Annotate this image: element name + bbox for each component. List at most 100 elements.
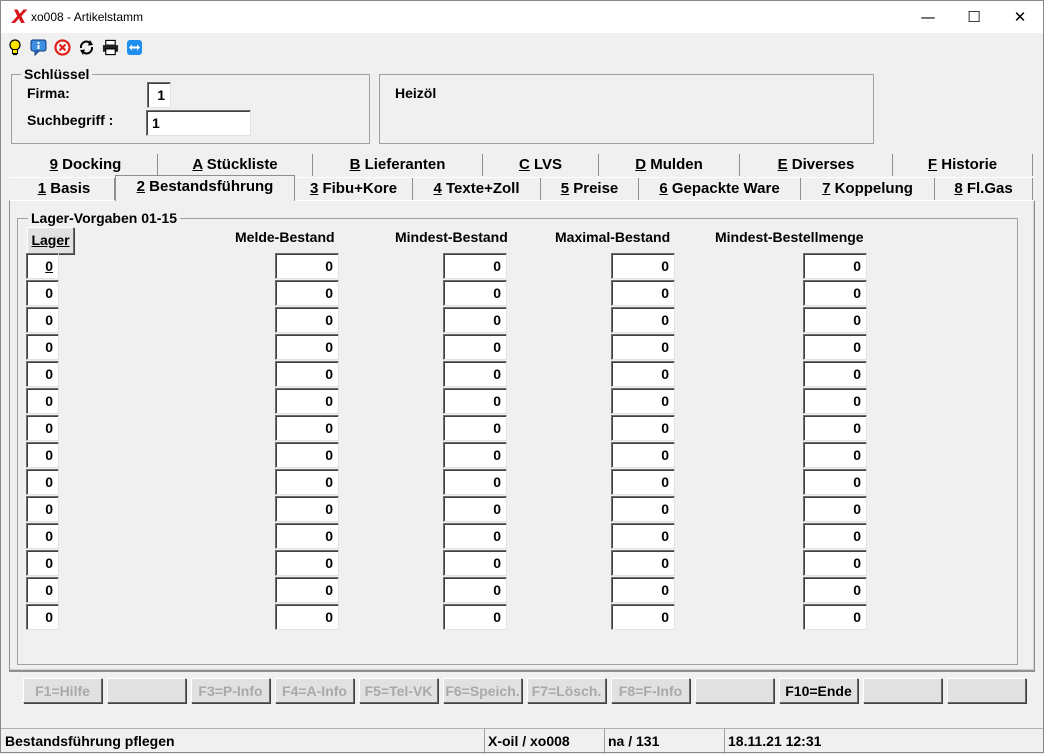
f5-tel-vk-button[interactable]: F5=Tel-VK bbox=[359, 678, 438, 703]
mindest-bestellmenge-field[interactable]: 0 bbox=[803, 334, 867, 360]
maximal-bestand-field[interactable]: 0 bbox=[611, 307, 675, 333]
tab-docking[interactable]: 9 Docking bbox=[14, 154, 158, 176]
lager-field[interactable]: 0 bbox=[26, 388, 59, 414]
maximal-bestand-field[interactable]: 0 bbox=[611, 361, 675, 387]
lager-field[interactable]: 0 bbox=[26, 253, 59, 279]
lager-field[interactable]: 0 bbox=[26, 415, 59, 441]
mindest-bestand-field[interactable]: 0 bbox=[443, 577, 507, 603]
f8-f-info-button[interactable]: F8=F-Info bbox=[611, 678, 690, 703]
firma-field[interactable]: 1 bbox=[147, 82, 171, 108]
melde-bestand-field[interactable]: 0 bbox=[275, 577, 339, 603]
mindest-bestellmenge-field[interactable]: 0 bbox=[803, 550, 867, 576]
melde-bestand-field[interactable]: 0 bbox=[275, 388, 339, 414]
mindest-bestand-field[interactable]: 0 bbox=[443, 253, 507, 279]
mindest-bestellmenge-field[interactable]: 0 bbox=[803, 415, 867, 441]
lager-field[interactable]: 0 bbox=[26, 280, 59, 306]
printer-icon[interactable] bbox=[102, 39, 119, 56]
lightbulb-icon[interactable] bbox=[6, 39, 23, 56]
mindest-bestand-field[interactable]: 0 bbox=[443, 604, 507, 630]
tab-mulden[interactable]: D Mulden bbox=[599, 154, 740, 176]
mindest-bestand-field[interactable]: 0 bbox=[443, 388, 507, 414]
lager-button[interactable]: Lager bbox=[27, 227, 74, 254]
mindest-bestellmenge-field[interactable]: 0 bbox=[803, 496, 867, 522]
lager-field[interactable]: 0 bbox=[26, 604, 59, 630]
cancel-icon[interactable] bbox=[54, 39, 71, 56]
mindest-bestellmenge-field[interactable]: 0 bbox=[803, 577, 867, 603]
f6-save-button[interactable]: F6=Speich. bbox=[443, 678, 522, 703]
tab-preise[interactable]: 5 Preise bbox=[541, 178, 639, 200]
mindest-bestand-field[interactable]: 0 bbox=[443, 496, 507, 522]
melde-bestand-field[interactable]: 0 bbox=[275, 253, 339, 279]
suchbegriff-field[interactable]: 1 bbox=[146, 110, 251, 136]
f4-a-info-button[interactable]: F4=A-Info bbox=[275, 678, 354, 703]
lager-field[interactable]: 0 bbox=[26, 361, 59, 387]
tab-fibu-kore[interactable]: 3 Fibu+Kore bbox=[295, 178, 413, 200]
maximal-bestand-field[interactable]: 0 bbox=[611, 415, 675, 441]
mindest-bestand-field[interactable]: 0 bbox=[443, 307, 507, 333]
tab-texte-zoll[interactable]: 4 Texte+Zoll bbox=[413, 178, 541, 200]
f3-p-info-button[interactable]: F3=P-Info bbox=[191, 678, 270, 703]
lager-field[interactable]: 0 bbox=[26, 496, 59, 522]
melde-bestand-field[interactable]: 0 bbox=[275, 523, 339, 549]
maximize-button[interactable]: ☐ bbox=[951, 1, 997, 33]
f1-help-button[interactable]: F1=Hilfe bbox=[23, 678, 102, 703]
lager-field[interactable]: 0 bbox=[26, 523, 59, 549]
minimize-button[interactable]: — bbox=[905, 1, 951, 33]
maximal-bestand-field[interactable]: 0 bbox=[611, 469, 675, 495]
mindest-bestand-field[interactable]: 0 bbox=[443, 334, 507, 360]
lager-field[interactable]: 0 bbox=[26, 577, 59, 603]
tab-historie[interactable]: F Historie bbox=[893, 154, 1033, 176]
lager-field[interactable]: 0 bbox=[26, 442, 59, 468]
mindest-bestellmenge-field[interactable]: 0 bbox=[803, 361, 867, 387]
tab-lvs[interactable]: C LVS bbox=[483, 154, 599, 176]
tab-diverses[interactable]: E Diverses bbox=[740, 154, 893, 176]
melde-bestand-field[interactable]: 0 bbox=[275, 442, 339, 468]
maximal-bestand-field[interactable]: 0 bbox=[611, 604, 675, 630]
close-button[interactable]: ✕ bbox=[997, 1, 1043, 33]
tab-gepackte-ware[interactable]: 6 Gepackte Ware bbox=[639, 178, 801, 200]
mindest-bestellmenge-field[interactable]: 0 bbox=[803, 523, 867, 549]
lager-field[interactable]: 0 bbox=[26, 550, 59, 576]
melde-bestand-field[interactable]: 0 bbox=[275, 280, 339, 306]
melde-bestand-field[interactable]: 0 bbox=[275, 496, 339, 522]
mindest-bestand-field[interactable]: 0 bbox=[443, 442, 507, 468]
lager-field[interactable]: 0 bbox=[26, 469, 59, 495]
mindest-bestand-field[interactable]: 0 bbox=[443, 523, 507, 549]
empty-fkey-button[interactable] bbox=[107, 678, 186, 703]
maximal-bestand-field[interactable]: 0 bbox=[611, 523, 675, 549]
title-bar[interactable]: X xo008 - Artikelstamm — ☐ ✕ bbox=[1, 1, 1043, 33]
mindest-bestellmenge-field[interactable]: 0 bbox=[803, 469, 867, 495]
maximal-bestand-field[interactable]: 0 bbox=[611, 280, 675, 306]
tab-lieferanten[interactable]: B Lieferanten bbox=[313, 154, 483, 176]
remote-support-icon[interactable] bbox=[126, 39, 143, 56]
maximal-bestand-field[interactable]: 0 bbox=[611, 334, 675, 360]
empty-fkey-button[interactable] bbox=[695, 678, 774, 703]
melde-bestand-field[interactable]: 0 bbox=[275, 361, 339, 387]
mindest-bestand-field[interactable]: 0 bbox=[443, 469, 507, 495]
maximal-bestand-field[interactable]: 0 bbox=[611, 577, 675, 603]
tab-koppelung[interactable]: 7 Koppelung bbox=[801, 178, 935, 200]
melde-bestand-field[interactable]: 0 bbox=[275, 334, 339, 360]
mindest-bestand-field[interactable]: 0 bbox=[443, 361, 507, 387]
f7-delete-button[interactable]: F7=Lösch. bbox=[527, 678, 606, 703]
f10-exit-button[interactable]: F10=Ende bbox=[779, 678, 858, 703]
tab-fl-gas[interactable]: 8 Fl.Gas bbox=[935, 178, 1033, 200]
mindest-bestellmenge-field[interactable]: 0 bbox=[803, 604, 867, 630]
mindest-bestellmenge-field[interactable]: 0 bbox=[803, 280, 867, 306]
melde-bestand-field[interactable]: 0 bbox=[275, 550, 339, 576]
melde-bestand-field[interactable]: 0 bbox=[275, 307, 339, 333]
mindest-bestellmenge-field[interactable]: 0 bbox=[803, 388, 867, 414]
melde-bestand-field[interactable]: 0 bbox=[275, 415, 339, 441]
tab-bestandsfuehrung[interactable]: 2 Bestandsführung bbox=[115, 175, 295, 201]
maximal-bestand-field[interactable]: 0 bbox=[611, 253, 675, 279]
lager-field[interactable]: 0 bbox=[26, 307, 59, 333]
maximal-bestand-field[interactable]: 0 bbox=[611, 442, 675, 468]
lager-field[interactable]: 0 bbox=[26, 334, 59, 360]
maximal-bestand-field[interactable]: 0 bbox=[611, 550, 675, 576]
mindest-bestellmenge-field[interactable]: 0 bbox=[803, 253, 867, 279]
empty-fkey-button[interactable] bbox=[947, 678, 1026, 703]
maximal-bestand-field[interactable]: 0 bbox=[611, 496, 675, 522]
mindest-bestand-field[interactable]: 0 bbox=[443, 550, 507, 576]
info-message-icon[interactable] bbox=[30, 39, 47, 56]
mindest-bestand-field[interactable]: 0 bbox=[443, 415, 507, 441]
